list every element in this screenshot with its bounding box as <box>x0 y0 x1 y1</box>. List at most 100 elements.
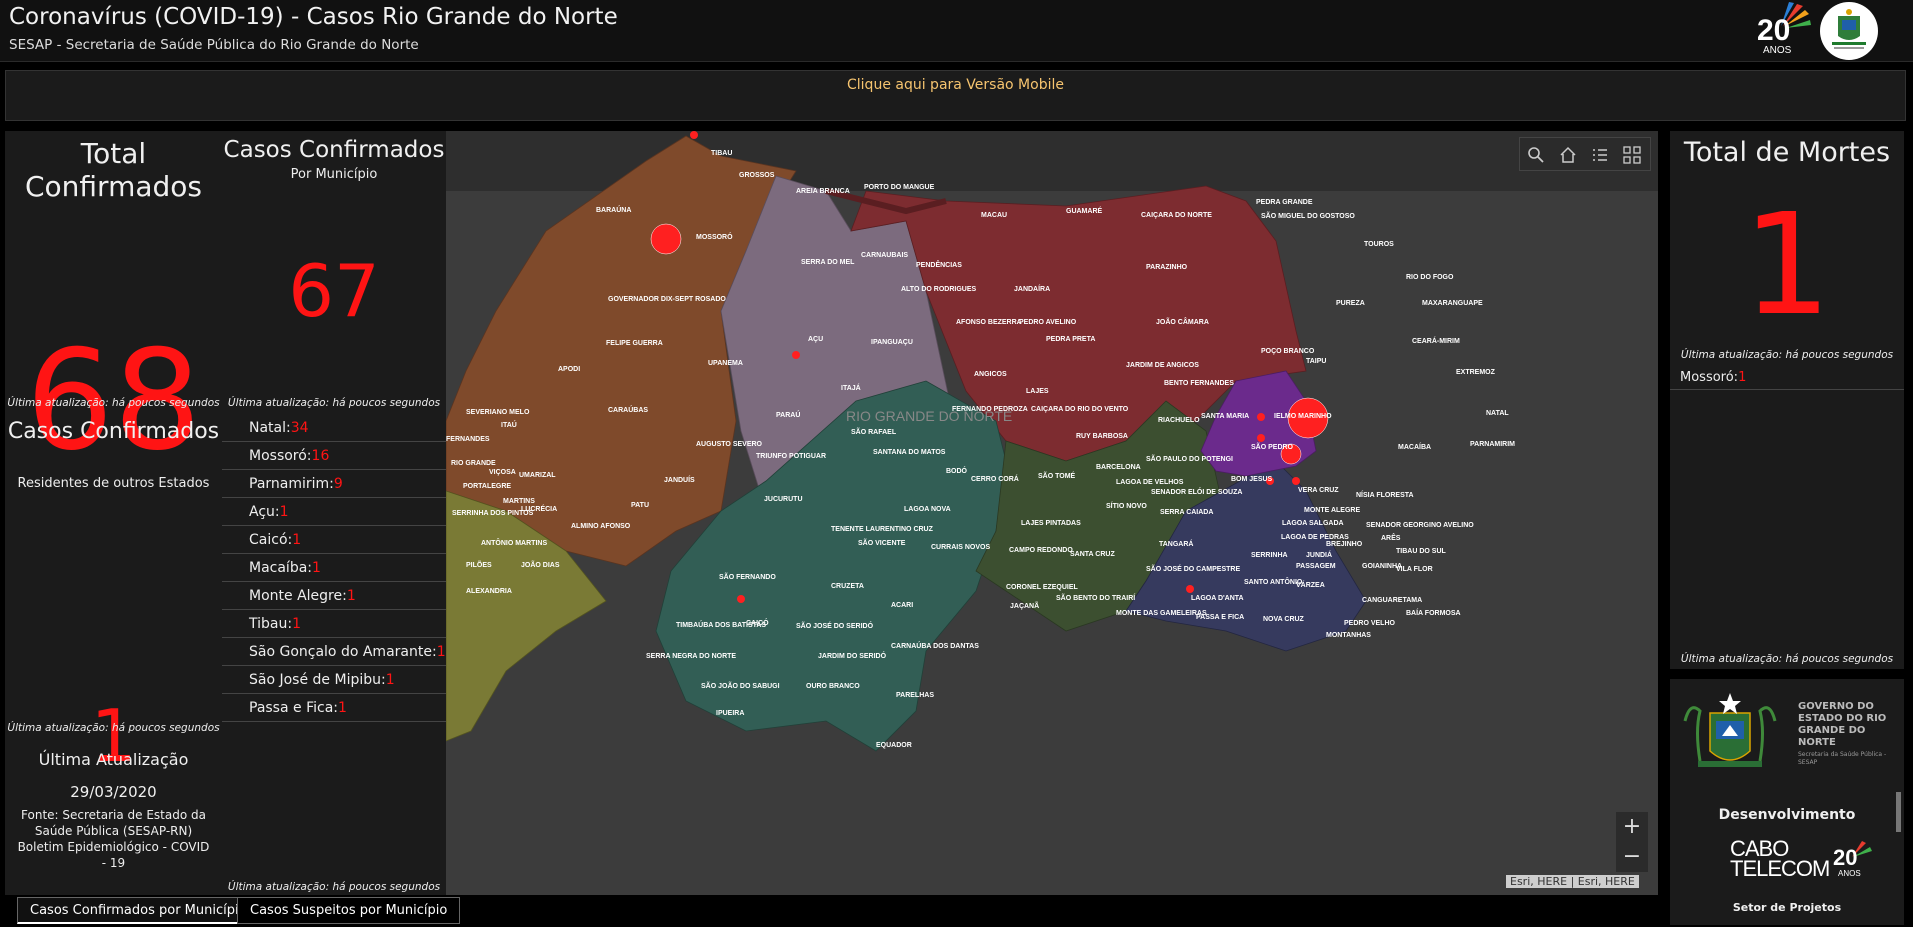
city-label: RIACHUELO <box>1158 417 1200 424</box>
municipality-name: Parnamirim: <box>249 476 334 492</box>
city-label: ACARI <box>891 602 913 609</box>
list-item: São Gonçalo do Amarante:1 <box>222 638 446 666</box>
city-label: UPANEMA <box>708 360 743 367</box>
scrollbar-thumb[interactable] <box>1896 792 1901 832</box>
municipality-bottom-update-text: Última atualização: há poucos segundos <box>227 881 441 893</box>
map-view[interactable]: RIO GRANDE DO NORTE TIBAU GROSSOS AREIA BR… <box>446 131 1658 895</box>
city-label: ALTO DO RODRIGUES <box>901 286 977 293</box>
city-label: ANTÔNIO MARTINS <box>481 538 547 547</box>
legend-icon[interactable] <box>1590 145 1610 165</box>
deaths-item-value: 1 <box>1738 370 1747 385</box>
city-label: BOM JESUS <box>1231 476 1273 483</box>
city-label: SERRA NEGRA DO NORTE <box>646 653 736 660</box>
city-label: CAIÇARA DO RIO DO VENTO <box>1031 406 1129 413</box>
city-label: MAXARANGUAPE <box>1422 300 1483 307</box>
city-label: LAGOA DE VELHOS <box>1116 479 1184 486</box>
basemap-icon[interactable] <box>1622 145 1642 165</box>
municipality-total-value: 67 <box>288 249 380 333</box>
city-label: JAÇANÃ <box>1010 601 1039 610</box>
tab-confirmed-by-municipality[interactable]: Casos Confirmados por Município <box>17 897 260 924</box>
municipality-name: Macaíba: <box>249 560 313 576</box>
city-label: RIO GRANDE <box>451 460 496 467</box>
city-label: MONTE DAS GAMELEIRAS <box>1116 610 1207 617</box>
development-label: Desenvolvimento <box>1718 807 1856 823</box>
search-icon[interactable] <box>1526 145 1546 165</box>
cabo-anniversary-mark: 20 ANOS <box>1833 841 1872 878</box>
mobile-version-link[interactable]: Clique aqui para Versão Mobile <box>6 77 1905 93</box>
list-item: São José de Mipibu:1 <box>222 666 446 694</box>
city-label: NATAL <box>1486 410 1509 417</box>
city-label: PORTO DO MANGUE <box>864 184 935 191</box>
svg-text:ANOS: ANOS <box>1763 45 1792 56</box>
city-label: MONTE ALEGRE <box>1304 507 1360 514</box>
city-label: PILÕES <box>466 560 492 569</box>
city-label: PASSA E FICA <box>1196 614 1244 621</box>
city-label: CAIÇARA DO NORTE <box>1141 212 1212 219</box>
zoom-in-button[interactable]: + <box>1616 812 1648 842</box>
case-marker-macaiba <box>1257 413 1265 421</box>
municipality-count: 1 <box>312 560 321 576</box>
city-label: PEDRA GRANDE <box>1256 199 1313 206</box>
municipality-count: 34 <box>290 420 309 436</box>
city-label: SANTO ANTÔNIO <box>1244 577 1303 586</box>
city-label: SANTA MARIA <box>1201 413 1249 420</box>
municipality-name: Natal: <box>249 420 291 436</box>
municipality-count: 9 <box>333 476 343 492</box>
city-label: RUY BARBOSA <box>1076 433 1128 440</box>
city-label: SÃO FERNANDO <box>719 572 776 581</box>
city-label: CEARÁ-MIRIM <box>1412 336 1460 345</box>
city-label: SENADOR ELÓI DE SOUZA <box>1151 487 1242 496</box>
city-label: CARNAUBAIS <box>861 252 908 259</box>
government-subtext: Secretaria da Saúde Pública - SESAP <box>1798 751 1887 766</box>
city-label: UMARIZAL <box>519 472 556 479</box>
list-item: Tibau:1 <box>222 610 446 638</box>
city-label: MONTANHAS <box>1326 632 1371 639</box>
map-toolbar <box>1519 137 1651 171</box>
city-label: LAGOA DE PEDRAS <box>1281 534 1349 541</box>
city-label: SERRINHA <box>1251 552 1288 559</box>
city-label: BENTO FERNANDES <box>1164 380 1234 387</box>
city-label: VÁRZEA <box>1296 580 1325 589</box>
city-label: VILA FLOR <box>1396 566 1433 573</box>
deaths-update-text: Última atualização: há poucos segundos <box>1680 349 1894 361</box>
mobile-version-banner[interactable]: Clique aqui para Versão Mobile <box>5 70 1906 121</box>
city-label: FELIPE GUERRA <box>606 340 663 347</box>
city-label: APODI <box>558 366 580 373</box>
rn-government-seal <box>1820 2 1878 60</box>
list-item: Mossoró:16 <box>222 442 446 470</box>
list-item: Caicó:1 <box>222 526 446 554</box>
city-label: SÃO MIGUEL DO GOSTOSO <box>1261 211 1355 220</box>
city-label: CURRAIS NOVOS <box>931 544 990 551</box>
case-marker-acu <box>792 351 800 359</box>
city-label: EQUADOR <box>876 742 912 749</box>
municipality-count: 1 <box>346 588 356 604</box>
case-marker-sgamarante <box>1257 434 1265 442</box>
city-label: ALEXANDRIA <box>466 588 512 595</box>
out-of-state-update-text: Última atualização: há poucos segundos <box>7 722 220 734</box>
city-label: VERA CRUZ <box>1298 487 1339 494</box>
city-label: ITAÚ <box>501 420 517 429</box>
city-label: PUREZA <box>1336 300 1365 307</box>
city-label: EXTREMOZ <box>1456 369 1496 376</box>
city-label: SÃO JOSÉ DO SERIDÓ <box>796 621 874 630</box>
cabo-telecom-logo: CABO TELECOM <box>1730 838 1830 880</box>
municipality-name: Tibau: <box>249 616 293 632</box>
city-label: SENADOR GEORGINO AVELINO <box>1366 522 1474 529</box>
list-item: Monte Alegre:1 <box>222 582 446 610</box>
municipality-name: Açu: <box>249 504 280 520</box>
state-coat-of-arms <box>1683 693 1777 767</box>
city-label: GOVERNADOR DIX-SEPT ROSADO <box>608 296 726 303</box>
municipality-name: São Gonçalo do Amarante: <box>249 644 437 660</box>
municipality-update-text: Última atualização: há poucos segundos <box>227 397 441 409</box>
home-icon[interactable] <box>1558 145 1578 165</box>
tab-suspected-by-municipality[interactable]: Casos Suspeitos por Município <box>237 897 461 924</box>
page-subtitle: SESAP - Secretaria de Saúde Pública do R… <box>9 37 419 53</box>
city-label: BODÓ <box>946 466 968 475</box>
city-label: JOÃO DIAS <box>521 560 560 569</box>
city-label: SÃO JOÃO DO SABUGI <box>701 681 780 690</box>
map-canvas[interactable]: RIO GRANDE DO NORTE TIBAUGROSSOSAREIA BR… <box>446 131 1658 895</box>
zoom-out-button[interactable]: − <box>1616 842 1648 872</box>
zoom-control: + − <box>1616 812 1648 872</box>
municipality-count: 1 <box>279 504 289 520</box>
city-label: SERRA DO MEL <box>801 259 855 266</box>
